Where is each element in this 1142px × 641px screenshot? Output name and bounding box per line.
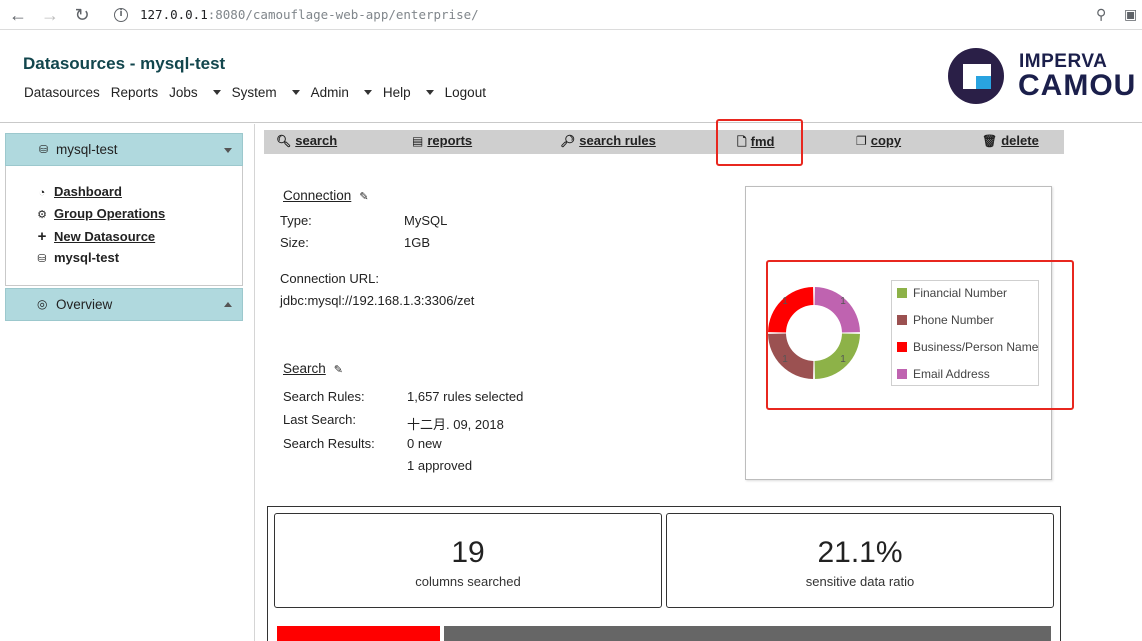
chevron-down-icon xyxy=(291,90,300,95)
url-path: :8080/camouflage-web-app/enterprise/ xyxy=(207,7,479,22)
search-rules-icon: 🔎︎ xyxy=(560,134,576,148)
trash-icon: 🗑︎ xyxy=(982,134,998,148)
size-label: Size: xyxy=(280,235,309,250)
sidebar-item-dashboard[interactable]: ◔ Dashboard xyxy=(34,184,122,199)
sidebar-item-mysql-test[interactable]: ⛁ mysql-test xyxy=(34,250,119,265)
connection-section[interactable]: Connection ✎ xyxy=(283,188,369,203)
delete-button[interactable]: 🗑︎ delete xyxy=(982,133,1039,148)
menu-reports[interactable]: Reports xyxy=(111,85,158,100)
forward-icon[interactable]: → xyxy=(39,4,61,26)
gears-icon: ⚙ xyxy=(37,209,47,221)
menu-system[interactable]: System xyxy=(232,85,300,100)
sidebar-item-group-operations[interactable]: ⚙ Group Operations xyxy=(34,206,165,221)
search-rules-button[interactable]: 🔎︎ search rules xyxy=(560,133,656,148)
reload-icon[interactable]: ↻ xyxy=(71,4,93,26)
sensitive-ratio-bar-remaining xyxy=(444,626,1051,641)
menu-jobs-label: Jobs xyxy=(169,85,198,100)
search-results-label: Search Results: xyxy=(283,436,375,451)
chevron-down-icon xyxy=(425,90,434,95)
overview-icon: ◎ xyxy=(37,297,48,311)
database-icon: ⛁ xyxy=(37,253,47,265)
search-section[interactable]: Search ✎ xyxy=(283,361,343,376)
connection-url-value: jdbc:mysql://192.168.1.3:3306/zet xyxy=(280,293,475,308)
sensitive-ratio-bar-filled xyxy=(277,626,440,641)
highlight-box-chart xyxy=(766,260,1074,410)
connection-title: Connection xyxy=(283,188,352,203)
connection-url-label: Connection URL: xyxy=(280,271,379,286)
menu-help[interactable]: Help xyxy=(383,85,434,100)
chevron-down-icon xyxy=(363,90,372,95)
logo-line2: CAMOU xyxy=(1018,69,1137,102)
search-results-new: 0 new xyxy=(407,436,442,451)
imperva-logo: IMPERVA CAMOU xyxy=(947,47,1142,107)
back-icon[interactable]: ← xyxy=(7,4,29,26)
search-rules-value: 1,657 rules selected xyxy=(407,389,524,404)
page-title: Datasources - mysql-test xyxy=(23,54,226,73)
pencil-icon[interactable]: ✎ xyxy=(334,363,343,376)
sidebar-datasource-label: mysql-test xyxy=(56,142,118,157)
translate-icon[interactable]: ▣ xyxy=(1124,6,1137,23)
sensitive-ratio-label: sensitive data ratio xyxy=(805,574,915,589)
dashboard-icon: ◔ xyxy=(38,187,46,199)
chevron-down-icon xyxy=(212,90,221,95)
columns-searched-label: columns searched xyxy=(415,574,521,589)
sidebar-datasource-header[interactable]: ⛁ mysql-test xyxy=(5,133,243,166)
copy-icon: ❐ xyxy=(856,134,867,148)
copy-button-label: copy xyxy=(870,133,902,148)
reports-button-label: reports xyxy=(427,133,473,148)
last-search-value: 十二月. 09, 2018 xyxy=(407,417,504,432)
last-search-label: Last Search: xyxy=(283,412,356,427)
sidebar-overview-header[interactable]: ◎ Overview xyxy=(5,288,243,321)
sidebar-overview-label: Overview xyxy=(56,297,113,312)
menu-system-label: System xyxy=(231,85,277,100)
sidebar-item-label: Dashboard xyxy=(54,184,122,199)
type-label: Type: xyxy=(280,213,312,228)
address-bar[interactable]: i 127.0.0.1:8080/camouflage-web-app/ente… xyxy=(108,2,1088,28)
datasource-toolbar: 🔍︎ search ▤ reports 🔎︎ search rules 🗋︎ fmd ❐… xyxy=(264,130,1064,154)
menu-admin[interactable]: Admin xyxy=(311,85,372,100)
main-menu: Datasources Reports Jobs System Admin He… xyxy=(24,85,497,100)
header-divider xyxy=(0,122,1142,123)
search-title: Search xyxy=(283,361,326,376)
type-value: MySQL xyxy=(404,213,448,228)
key-icon[interactable]: ⚲ xyxy=(1096,6,1106,23)
sidebar-item-new-datasource[interactable]: + New Datasource xyxy=(34,228,156,245)
sidebar-item-label: mysql-test xyxy=(54,250,120,265)
bar-chart-icon: ▤ xyxy=(412,134,424,148)
search-rules-label: Search Rules: xyxy=(283,389,365,404)
site-info-icon[interactable]: i xyxy=(114,8,128,22)
menu-admin-label: Admin xyxy=(310,85,349,100)
columns-searched-card: 19 columns searched xyxy=(274,513,662,608)
plus-icon: + xyxy=(37,228,47,245)
menu-jobs[interactable]: Jobs xyxy=(169,85,221,100)
search-button-label: search xyxy=(295,133,338,148)
search-rules-button-label: search rules xyxy=(579,133,656,148)
content-divider xyxy=(254,124,255,641)
menu-logout[interactable]: Logout xyxy=(445,85,486,100)
sidebar-item-label: Group Operations xyxy=(54,206,166,221)
browser-toolbar: ← → ↻ i 127.0.0.1:8080/camouflage-web-ap… xyxy=(0,0,1142,30)
chevron-up-icon xyxy=(224,302,232,307)
chevron-down-icon xyxy=(224,148,232,153)
copy-button[interactable]: ❐ copy xyxy=(856,133,901,148)
search-icon: 🔍︎ xyxy=(276,134,292,148)
search-results-approved: 1 approved xyxy=(407,458,473,473)
delete-button-label: delete xyxy=(1001,133,1039,148)
sensitive-ratio-card: 21.1% sensitive data ratio xyxy=(666,513,1054,608)
sidebar-item-label: New Datasource xyxy=(54,229,156,244)
menu-datasources[interactable]: Datasources xyxy=(24,85,100,100)
logo-mark-icon xyxy=(948,48,1004,104)
reports-button[interactable]: ▤ reports xyxy=(412,133,472,148)
pencil-icon[interactable]: ✎ xyxy=(359,190,368,203)
sensitive-ratio-value: 21.1% xyxy=(817,536,903,569)
url-host: 127.0.0.1 xyxy=(140,7,208,22)
search-button[interactable]: 🔍︎ search xyxy=(276,133,337,148)
database-icon: ⛁ xyxy=(39,144,49,156)
menu-help-label: Help xyxy=(382,85,411,100)
size-value: 1GB xyxy=(404,235,431,250)
columns-searched-value: 19 xyxy=(451,536,485,569)
highlight-box-fmd xyxy=(716,119,803,166)
